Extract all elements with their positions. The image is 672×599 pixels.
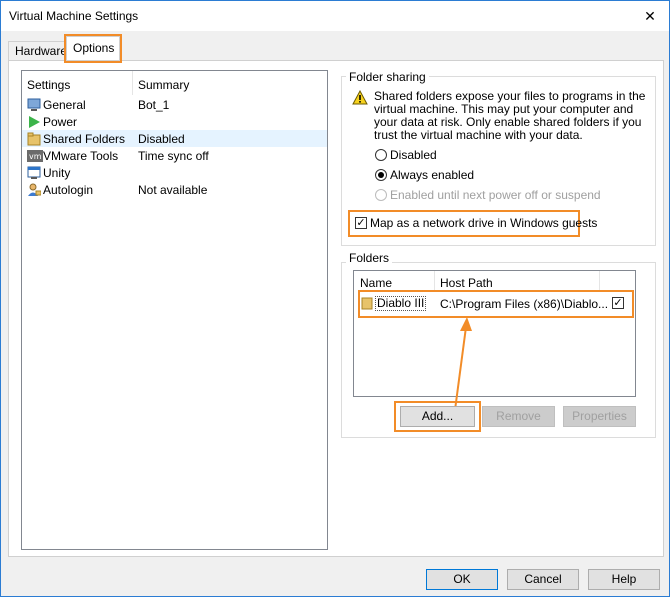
radio-enabled-until-power-off-label: Enabled until next power off or suspend [390,188,601,202]
folders-column-divider [434,271,435,291]
autologin-icon [27,183,42,197]
warning-text: Shared folders expose your files to prog… [374,90,645,142]
radio-always-enabled-label: Always enabled [390,168,475,182]
warning-icon [352,89,368,108]
settings-row-label: Shared Folders [43,132,126,146]
radio-always-enabled[interactable] [375,169,387,181]
folder-icon [361,296,373,313]
settings-row-label: Autologin [43,183,94,197]
close-icon: ✕ [644,8,656,24]
window-title: Virtual Machine Settings [9,9,139,23]
column-header-summary[interactable]: Summary [138,78,189,92]
folders-title: Folders [346,251,393,265]
ok-button[interactable]: OK [426,569,498,590]
power-icon [27,115,41,129]
map-drive-checkbox[interactable]: ✓ [355,217,367,229]
folder-name: Diablo III [375,296,427,311]
map-drive-label: Map as a network drive in Windows guests [370,216,598,230]
vmware-tools-icon: vm [27,149,43,163]
settings-row-label: Unity [43,166,71,180]
settings-row-label: General [43,98,86,112]
add-button[interactable]: Add... [400,406,475,427]
cancel-button[interactable]: Cancel [507,569,579,590]
warning-line: trust the virtual machine with your data… [374,128,583,142]
tab-hardware[interactable]: Hardware [8,41,67,60]
folder-host-path: C:\Program Files (x86)\Diablo... [440,297,609,311]
settings-row-summary: Time sync off [138,149,209,163]
settings-row-label: Power [43,115,78,129]
settings-row-summary: Disabled [138,132,185,146]
radio-disabled[interactable] [375,149,387,161]
shared-folders-icon [27,132,41,146]
settings-row-label: VMware Tools [43,149,119,163]
options-tab-highlight [64,34,122,63]
radio-enabled-until-power-off[interactable] [375,189,387,201]
svg-text:vm: vm [29,152,42,161]
settings-row-summary: Bot_1 [138,98,170,112]
general-icon [27,98,41,112]
help-button[interactable]: Help [588,569,660,590]
column-header-host-path[interactable]: Host Path [440,276,493,290]
column-header-name[interactable]: Name [360,276,392,290]
radio-disabled-label: Disabled [390,148,437,162]
unity-icon [27,166,41,180]
remove-button[interactable]: Remove [482,406,555,427]
settings-row-summary: Not available [138,183,208,197]
column-divider [132,71,133,95]
properties-button[interactable]: Properties [563,406,636,427]
folder-enabled-checkbox[interactable]: ✓ [612,297,624,309]
folders-column-divider [599,271,600,291]
column-header-settings[interactable]: Settings [27,78,70,92]
folder-sharing-title: Folder sharing [346,70,429,84]
close-button[interactable]: ✕ [636,4,664,28]
